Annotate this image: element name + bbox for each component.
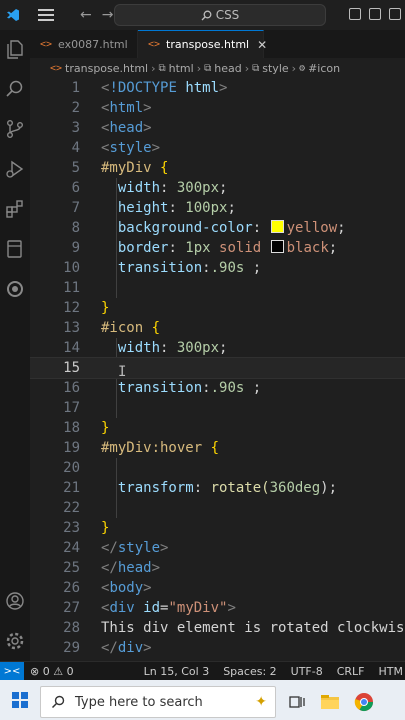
- element-icon: ⧉: [252, 62, 260, 74]
- tab-transpose[interactable]: <> transpose.html ✕: [138, 30, 267, 58]
- chevron-right-icon: ›: [151, 61, 156, 75]
- tab-ex0087[interactable]: <> ex0087.html: [30, 30, 138, 58]
- code-line: 28 This div element is rotated clockwise: [63, 620, 405, 636]
- toggle-panel-icon[interactable]: [369, 8, 381, 20]
- code-line: 24 </style>: [63, 540, 169, 556]
- taskbar-search[interactable]: Type here to search ✦: [40, 686, 276, 718]
- code-line: 16 transition:.90s ;: [63, 380, 262, 396]
- code-line: 10 transition:.90s ;: [63, 260, 262, 276]
- error-icon: ⊗: [30, 664, 40, 678]
- code-line: 14 width: 300px;: [63, 340, 228, 356]
- code-line: 3 <head>: [71, 120, 152, 136]
- editor-tabs: <> ex0087.html <> transpose.html ✕: [30, 30, 405, 59]
- code-line: 19 #myDiv:hover {: [63, 440, 220, 456]
- html-file-icon: <>: [148, 39, 161, 50]
- end-of-line[interactable]: CRLF: [337, 665, 365, 678]
- warning-icon: ⚠: [53, 664, 64, 678]
- status-bar: >< ⊗ 0 ⚠ 0 Ln 15, Col 3 Spaces: 2 UTF-8 …: [0, 661, 405, 680]
- code-line: 13 #icon {: [63, 320, 161, 336]
- html-file-icon: <>: [40, 38, 53, 50]
- remote-explorer-icon[interactable]: [4, 238, 26, 260]
- search-text: CSS: [215, 8, 240, 22]
- language-mode[interactable]: HTM: [379, 665, 403, 678]
- code-line: 20: [63, 460, 80, 476]
- html-file-icon: <>: [50, 62, 63, 74]
- code-line: 2 <html>: [71, 100, 152, 116]
- encoding[interactable]: UTF-8: [291, 665, 323, 678]
- taskbar-icons: [288, 692, 374, 712]
- task-view-icon[interactable]: [288, 693, 306, 711]
- search-icon: [51, 695, 65, 709]
- code-line: 17: [63, 400, 80, 416]
- code-editor[interactable]: 1 <!DOCTYPE html> 2 <html> 3 <head> 4 <style…: [30, 78, 405, 661]
- selector-icon: ⚙: [299, 62, 306, 74]
- code-line-current: 15: [30, 357, 405, 379]
- warning-count: 0: [66, 664, 74, 678]
- code-line: 21 transform: rotate(360deg);: [63, 480, 338, 496]
- layout-controls: [349, 8, 401, 20]
- code-line: 25 </head>: [63, 560, 161, 576]
- status-bar-right: Ln 15, Col 3 Spaces: 2 UTF-8 CRLF HTM: [144, 662, 403, 680]
- code-line: 23}: [63, 520, 110, 536]
- taskbar-search-placeholder: Type here to search: [75, 694, 203, 710]
- toggle-secondary-sidebar-icon[interactable]: [389, 8, 401, 20]
- breadcrumb: <> transpose.html › ⧉ html › ⧉ head › ⧉ …: [30, 58, 405, 78]
- account-icon[interactable]: [4, 590, 26, 612]
- remote-indicator-icon[interactable]: ><: [0, 662, 24, 680]
- explorer-icon[interactable]: [4, 38, 26, 60]
- search-icon: [201, 10, 212, 20]
- cursor-position[interactable]: Ln 15, Col 3: [144, 665, 210, 678]
- chevron-right-icon: ›: [244, 61, 250, 75]
- chevron-right-icon: ›: [291, 61, 297, 75]
- error-count: 0: [42, 664, 50, 678]
- code-line: 5 #myDiv {: [71, 160, 169, 176]
- breadcrumb-item[interactable]: head: [214, 62, 241, 75]
- close-icon[interactable]: ✕: [257, 38, 267, 52]
- text-cursor-icon: I: [118, 364, 127, 380]
- extensions-icon[interactable]: [4, 198, 26, 220]
- vscode-logo-icon: [7, 9, 19, 21]
- code-line: 11: [63, 280, 80, 296]
- code-line: 12}: [63, 300, 110, 316]
- code-line: 8 background-color: yellow;: [71, 220, 346, 236]
- indentation[interactable]: Spaces: 2: [223, 665, 276, 678]
- color-swatch-black[interactable]: [270, 240, 284, 253]
- command-center-search[interactable]: CSS: [114, 4, 326, 26]
- color-swatch-yellow[interactable]: [270, 220, 284, 233]
- problems-indicator[interactable]: ⊗ 0 ⚠ 0: [30, 665, 74, 678]
- breadcrumb-file[interactable]: transpose.html: [65, 62, 148, 75]
- source-control-icon[interactable]: [4, 118, 26, 140]
- breadcrumb-item[interactable]: html: [169, 62, 194, 75]
- chrome-icon[interactable]: [354, 692, 374, 712]
- code-line: 9 border: 1px solid black;: [71, 240, 338, 256]
- code-line: 18}: [63, 420, 110, 436]
- search-icon[interactable]: [4, 78, 26, 100]
- breadcrumb-item[interactable]: style: [262, 62, 288, 75]
- menu-icon[interactable]: [38, 9, 54, 21]
- code-line: 26 <body>: [63, 580, 152, 596]
- copilot-icon[interactable]: [4, 278, 26, 300]
- code-line: 4 <style>: [71, 140, 161, 156]
- code-line: 1 <!DOCTYPE html>: [71, 80, 228, 96]
- run-debug-icon[interactable]: [4, 158, 26, 180]
- activity-bar: [0, 30, 30, 661]
- code-line: 27 <div id="myDiv">: [63, 600, 236, 616]
- tab-label: ex0087.html: [58, 37, 128, 51]
- windows-start-icon[interactable]: [12, 692, 28, 708]
- file-explorer-icon[interactable]: [320, 693, 340, 711]
- title-bar: ←→ CSS: [0, 0, 405, 30]
- search-highlight-icon: ✦: [255, 694, 267, 710]
- tab-label: transpose.html: [166, 38, 250, 51]
- chevron-right-icon: ›: [196, 61, 202, 75]
- breadcrumb-item[interactable]: #icon: [308, 62, 340, 75]
- code-line: 6 width: 300px;: [71, 180, 228, 196]
- element-icon: ⧉: [204, 62, 212, 74]
- code-line: 22: [63, 500, 80, 516]
- code-line: 7 height: 100px;: [71, 200, 236, 216]
- element-icon: ⧉: [158, 62, 166, 74]
- code-line: 29 </div>: [63, 640, 152, 656]
- settings-gear-icon[interactable]: [4, 630, 26, 652]
- toggle-sidebar-icon[interactable]: [349, 8, 361, 20]
